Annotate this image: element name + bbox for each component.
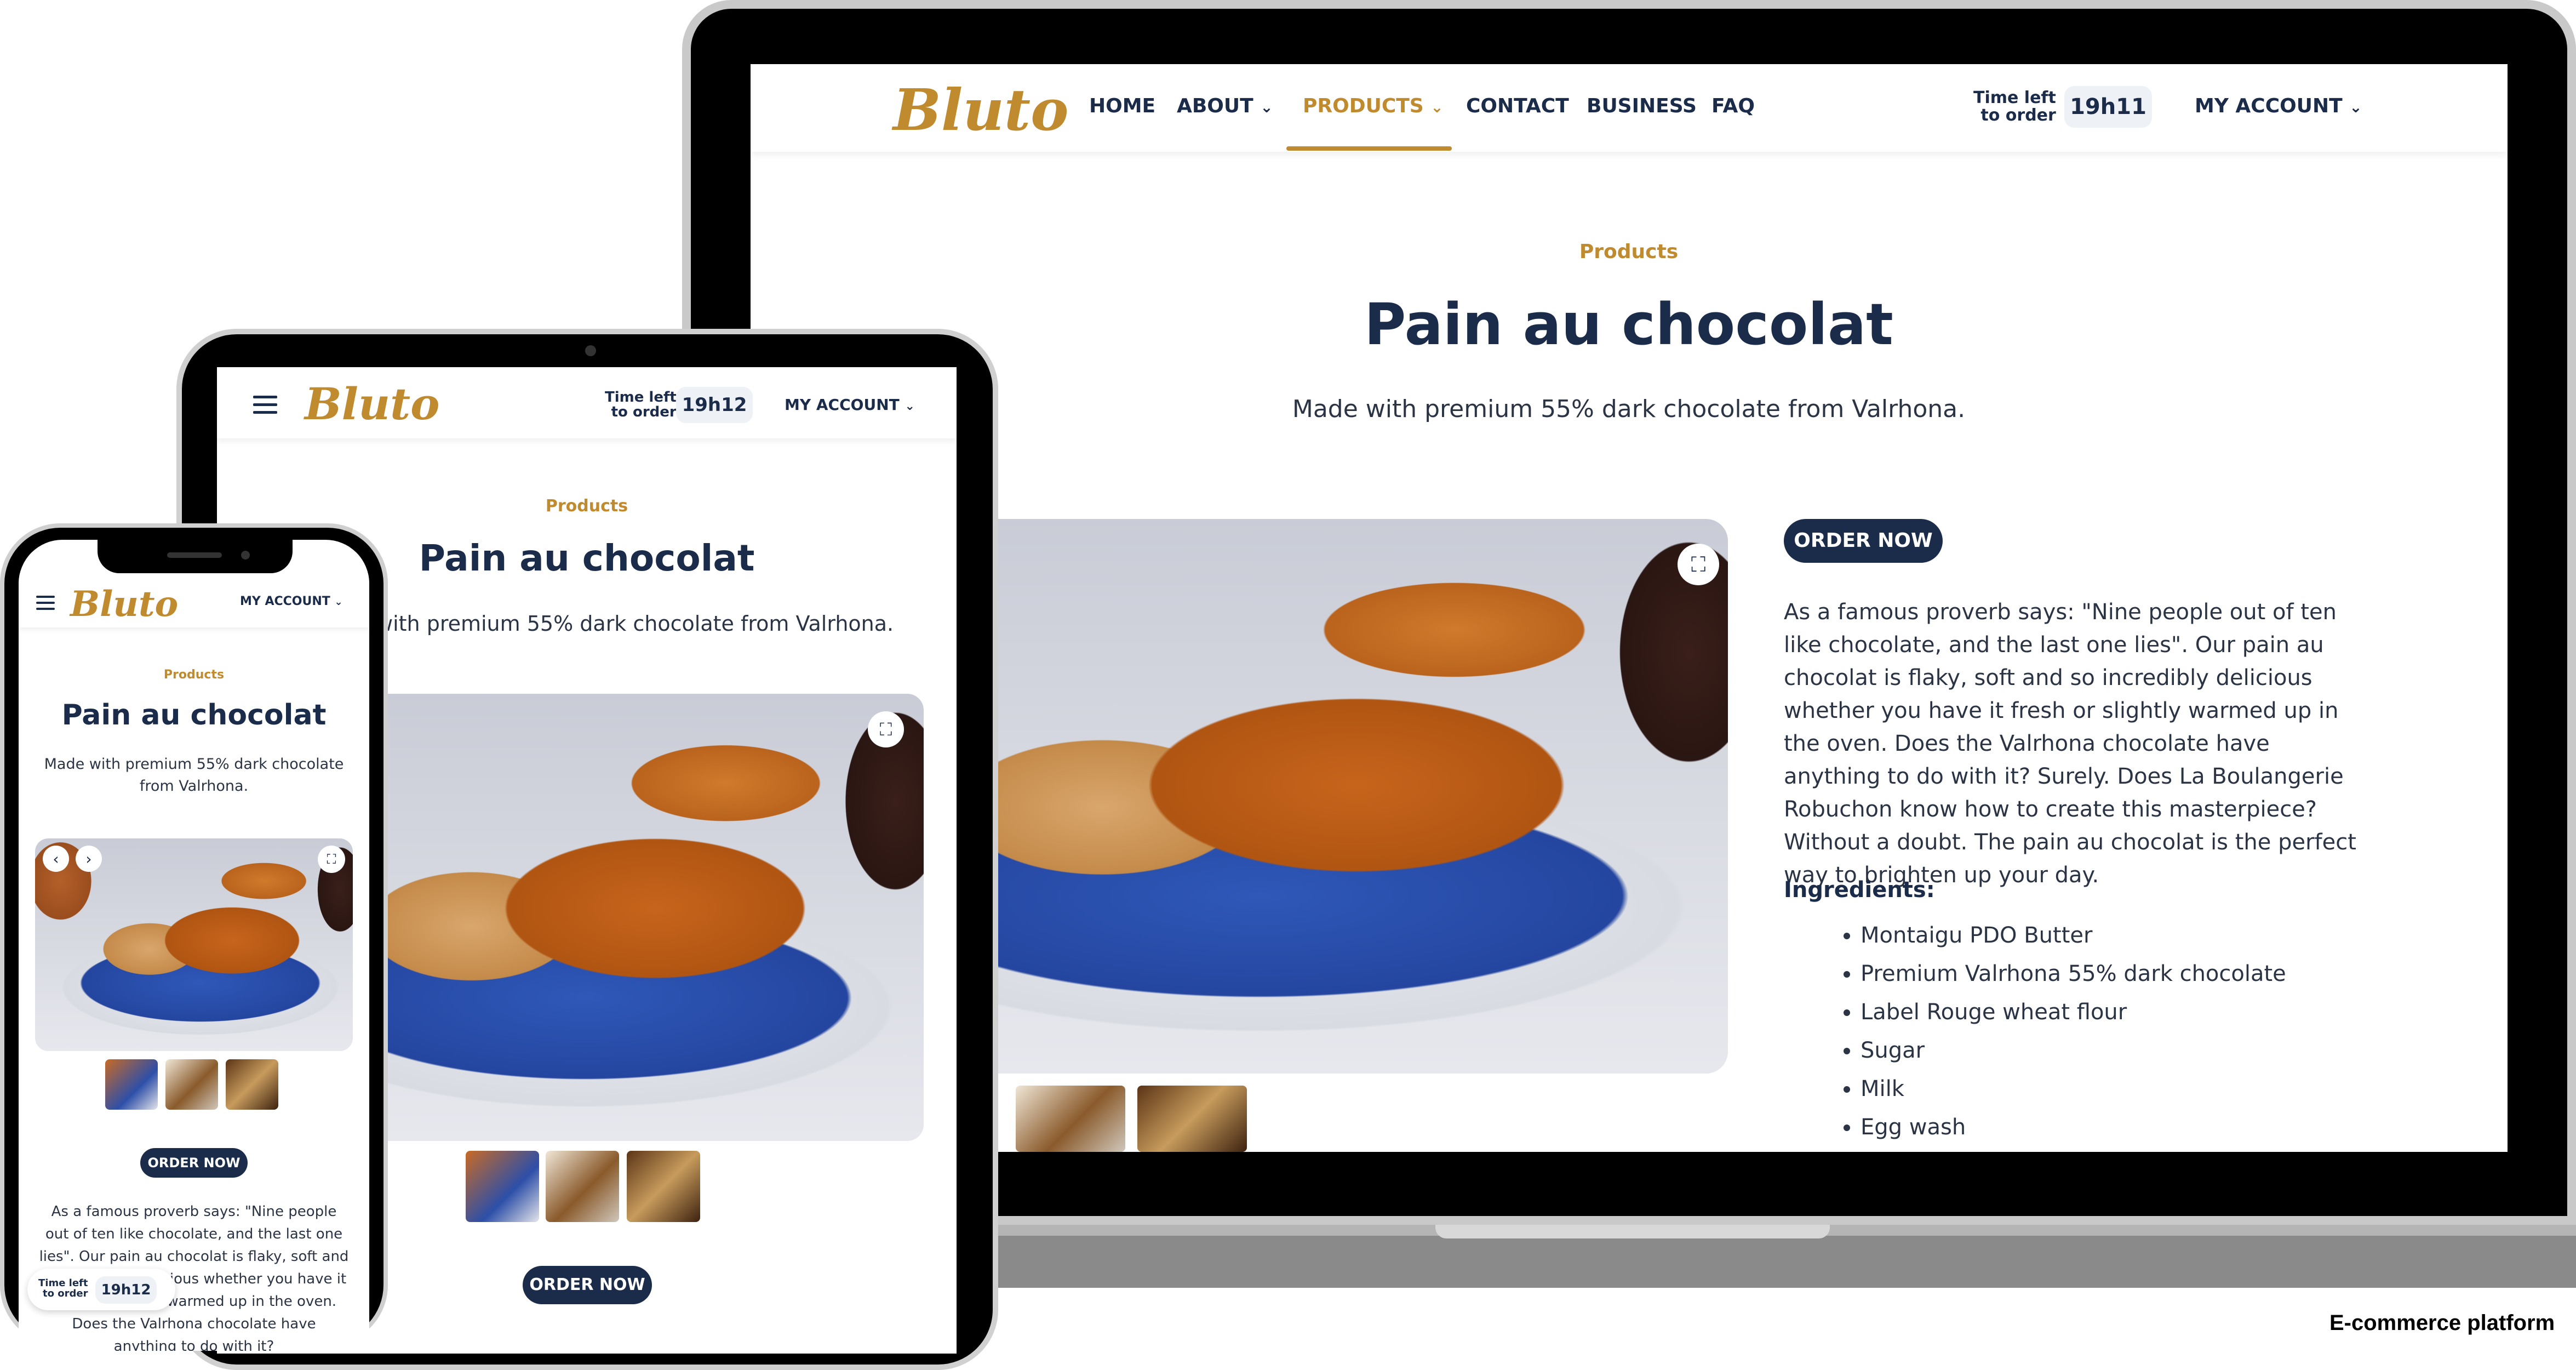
chevron-down-icon: ⌄ bbox=[1260, 98, 1273, 116]
nav-products[interactable]: PRODUCTS ⌄ bbox=[1303, 95, 1444, 117]
fullscreen-icon[interactable]: ⛶ bbox=[1678, 544, 1719, 585]
page-title: Pain au chocolat bbox=[61, 699, 327, 732]
ingredients-heading: Ingredients: bbox=[1784, 877, 1935, 903]
breadcrumb[interactable]: Products bbox=[1579, 241, 1678, 263]
list-item: Egg wash bbox=[1861, 1115, 2386, 1139]
thumbnail-1[interactable] bbox=[466, 1151, 539, 1222]
thumbnail-2[interactable] bbox=[1016, 1086, 1125, 1152]
phone-speaker bbox=[167, 552, 222, 558]
thumbnail-3[interactable] bbox=[226, 1059, 278, 1110]
time-left-label: Time left to order bbox=[38, 1278, 88, 1299]
time-left-line2: to order bbox=[611, 404, 677, 421]
site-logo[interactable]: Bluto bbox=[70, 584, 178, 625]
site-logo[interactable]: Bluto bbox=[893, 76, 1068, 144]
thumbnail-3[interactable] bbox=[1137, 1086, 1247, 1152]
nav-products-label: PRODUCTS bbox=[1303, 95, 1424, 117]
time-left-label: Time left to order bbox=[1973, 89, 2056, 124]
nav-about-label: ABOUT bbox=[1177, 95, 1253, 117]
nav-about[interactable]: ABOUT ⌄ bbox=[1177, 95, 1273, 117]
page-subtitle: with premium 55% dark chocolate from Val… bbox=[376, 612, 894, 636]
order-timer: 19h12 bbox=[676, 387, 753, 423]
page-title: Pain au chocolat bbox=[419, 537, 755, 579]
thumbnail-2[interactable] bbox=[165, 1059, 218, 1110]
list-item: Label Rouge wheat flour bbox=[1861, 1000, 2386, 1024]
caption: E-commerce platform bbox=[2329, 1311, 2555, 1335]
laptop-screen: Bluto HOME ABOUT ⌄ PRODUCTS ⌄ CONTACT BU… bbox=[751, 64, 2508, 1152]
breadcrumb[interactable]: Products bbox=[164, 668, 224, 682]
product-description: As a famous proverb says: "Nine people o… bbox=[1784, 600, 2356, 888]
account-label: MY ACCOUNT bbox=[240, 595, 330, 608]
order-now-button[interactable]: ORDER NOW bbox=[140, 1148, 248, 1178]
chevron-down-icon: ⌄ bbox=[334, 596, 343, 608]
time-left-label: Time left to order bbox=[605, 390, 677, 420]
chevron-down-icon: ⌄ bbox=[2349, 98, 2362, 116]
page-subtitle: Made with premium 55% dark chocolate fro… bbox=[44, 756, 344, 795]
chevron-left-icon[interactable]: ‹ bbox=[43, 846, 69, 872]
account-menu[interactable]: MY ACCOUNT ⌄ bbox=[240, 595, 343, 608]
page-title: Pain au chocolat bbox=[1364, 291, 1893, 358]
breadcrumb[interactable]: Products bbox=[546, 496, 628, 516]
laptop-hinge bbox=[1435, 1225, 1830, 1238]
nav-faq[interactable]: FAQ bbox=[1711, 95, 1755, 117]
order-now-button[interactable]: ORDER NOW bbox=[523, 1266, 652, 1304]
account-label: MY ACCOUNT bbox=[2195, 95, 2343, 117]
nav-active-underline bbox=[1286, 146, 1452, 151]
list-item: Montaigu PDO Butter bbox=[1861, 923, 2386, 947]
list-item: Premium Valrhona 55% dark chocolate bbox=[1861, 962, 2386, 986]
time-left-line1: Time left bbox=[605, 389, 677, 406]
chevron-right-icon[interactable]: › bbox=[76, 846, 102, 872]
tablet-camera bbox=[585, 345, 596, 356]
hamburger-menu-icon[interactable] bbox=[253, 396, 277, 419]
list-item: Milk bbox=[1861, 1077, 2386, 1101]
nav-contact[interactable]: CONTACT bbox=[1466, 95, 1569, 117]
time-left-line2: to order bbox=[43, 1287, 88, 1299]
account-menu[interactable]: MY ACCOUNT ⌄ bbox=[785, 396, 915, 414]
order-timer: 19h12 bbox=[95, 1276, 157, 1304]
hamburger-menu-icon[interactable] bbox=[36, 596, 55, 614]
chevron-down-icon: ⌄ bbox=[1430, 98, 1444, 116]
chevron-down-icon: ⌄ bbox=[905, 399, 915, 413]
ingredients-list: Montaigu PDO Butter Premium Valrhona 55%… bbox=[1784, 923, 2386, 1152]
order-now-button[interactable]: ORDER NOW bbox=[1784, 519, 1943, 563]
thumbnail-1[interactable] bbox=[105, 1059, 158, 1110]
nav-business[interactable]: BUSINESS bbox=[1587, 95, 1697, 117]
thumbnail-2[interactable] bbox=[546, 1151, 619, 1222]
thumbnail-3[interactable] bbox=[627, 1151, 700, 1222]
nav-home[interactable]: HOME bbox=[1089, 95, 1155, 117]
account-menu[interactable]: MY ACCOUNT ⌄ bbox=[2195, 95, 2362, 117]
account-label: MY ACCOUNT bbox=[785, 396, 900, 414]
fullscreen-icon[interactable]: ⛶ bbox=[868, 711, 904, 747]
site-logo[interactable]: Bluto bbox=[305, 378, 439, 430]
fullscreen-icon[interactable]: ⛶ bbox=[318, 846, 345, 873]
order-timer: 19h11 bbox=[2064, 86, 2152, 128]
phone-screen: Bluto MY ACCOUNT ⌄ Products Pain au choc… bbox=[19, 540, 369, 1351]
page-subtitle: Made with premium 55% dark chocolate fro… bbox=[1292, 395, 1966, 423]
time-left-line2: to order bbox=[1980, 105, 2056, 125]
phone-camera bbox=[241, 551, 250, 560]
time-left-line1: Time left bbox=[1973, 88, 2056, 107]
list-item: Sugar bbox=[1861, 1038, 2386, 1063]
